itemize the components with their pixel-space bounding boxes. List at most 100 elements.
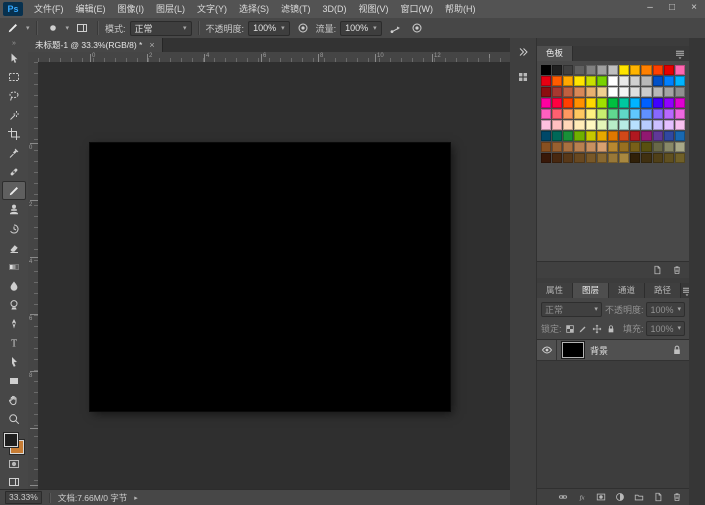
menu-edit[interactable]: 编辑(E)	[70, 1, 112, 18]
color-swatch[interactable]	[597, 109, 607, 119]
flow-dropdown[interactable]: 100% ▾	[340, 21, 382, 36]
eyedropper-tool[interactable]	[2, 143, 26, 162]
maximize-button[interactable]: □	[661, 0, 683, 18]
dodge-tool[interactable]	[2, 295, 26, 314]
color-swatch[interactable]	[675, 120, 685, 130]
color-swatch[interactable]	[630, 131, 640, 141]
brush-preset-picker[interactable]	[44, 20, 62, 36]
lock-all-button[interactable]	[605, 322, 616, 335]
color-swatch[interactable]	[630, 76, 640, 86]
clone-stamp-tool[interactable]	[2, 200, 26, 219]
color-swatch[interactable]	[586, 109, 596, 119]
status-menu-arrow[interactable]: ▸	[134, 494, 138, 502]
healing-brush-tool[interactable]	[2, 162, 26, 181]
color-swatch[interactable]	[641, 142, 651, 152]
size-pressure-button[interactable]	[408, 20, 426, 36]
color-swatch[interactable]	[664, 109, 674, 119]
color-swatch[interactable]	[619, 65, 629, 75]
color-swatch[interactable]	[552, 153, 562, 163]
color-swatch[interactable]	[641, 76, 651, 86]
color-swatch[interactable]	[574, 120, 584, 130]
color-swatch[interactable]	[586, 87, 596, 97]
color-swatch[interactable]	[552, 98, 562, 108]
color-swatch[interactable]	[608, 65, 618, 75]
color-swatch[interactable]	[641, 131, 651, 141]
color-swatch[interactable]	[541, 87, 551, 97]
color-swatch[interactable]	[653, 120, 663, 130]
color-swatch[interactable]	[608, 120, 618, 130]
color-swatch[interactable]	[541, 120, 551, 130]
color-swatch[interactable]	[574, 65, 584, 75]
color-swatch[interactable]	[597, 153, 607, 163]
color-swatch[interactable]	[541, 76, 551, 86]
tab-paths[interactable]: 路径	[645, 283, 681, 298]
color-swatch[interactable]	[608, 109, 618, 119]
color-swatch[interactable]	[541, 109, 551, 119]
color-swatch[interactable]	[664, 76, 674, 86]
color-swatch[interactable]	[630, 87, 640, 97]
color-swatch[interactable]	[664, 142, 674, 152]
delete-swatch-button[interactable]	[669, 264, 684, 277]
quick-mask-button[interactable]	[2, 456, 26, 472]
color-swatch[interactable]	[597, 65, 607, 75]
minimize-button[interactable]: –	[639, 0, 661, 18]
color-swatch[interactable]	[630, 65, 640, 75]
color-swatch[interactable]	[574, 87, 584, 97]
color-swatch[interactable]	[608, 142, 618, 152]
color-swatch[interactable]	[597, 87, 607, 97]
color-swatch[interactable]	[641, 153, 651, 163]
layer-style-button[interactable]: fx	[574, 491, 589, 504]
layer-thumbnail[interactable]	[562, 342, 584, 358]
color-swatch[interactable]	[664, 120, 674, 130]
color-swatch[interactable]	[563, 153, 573, 163]
color-swatch[interactable]	[664, 65, 674, 75]
pen-tool[interactable]	[2, 314, 26, 333]
menu-image[interactable]: 图像(I)	[112, 1, 151, 18]
color-swatch[interactable]	[664, 87, 674, 97]
tab-close-icon[interactable]: ×	[149, 41, 154, 50]
color-swatch[interactable]	[630, 109, 640, 119]
color-swatch[interactable]	[619, 120, 629, 130]
shape-tool[interactable]	[2, 371, 26, 390]
magic-wand-tool[interactable]	[2, 105, 26, 124]
tool-preset-button[interactable]	[4, 20, 22, 36]
color-swatch[interactable]	[563, 120, 573, 130]
color-swatch[interactable]	[653, 87, 663, 97]
opacity-pressure-button[interactable]	[294, 20, 312, 36]
color-swatch[interactable]	[574, 131, 584, 141]
color-swatch[interactable]	[675, 131, 685, 141]
menu-view[interactable]: 视图(V)	[353, 1, 395, 18]
color-swatch[interactable]	[630, 98, 640, 108]
add-mask-button[interactable]	[593, 491, 608, 504]
new-layer-button[interactable]	[650, 491, 665, 504]
color-swatch[interactable]	[630, 142, 640, 152]
color-swatch[interactable]	[586, 76, 596, 86]
color-swatch[interactable]	[574, 76, 584, 86]
fill-dropdown[interactable]: 100% ▾	[646, 321, 685, 336]
color-swatch[interactable]	[630, 120, 640, 130]
marquee-tool[interactable]	[2, 67, 26, 86]
color-swatch[interactable]	[664, 98, 674, 108]
color-swatch[interactable]	[664, 131, 674, 141]
color-swatch[interactable]	[586, 153, 596, 163]
color-swatch[interactable]	[608, 153, 618, 163]
menu-3d[interactable]: 3D(D)	[317, 1, 353, 18]
color-swatch[interactable]	[563, 131, 573, 141]
color-swatch[interactable]	[552, 131, 562, 141]
brush-picker-arrow[interactable]: ▾	[66, 25, 70, 32]
color-swatch[interactable]	[675, 65, 685, 75]
color-swatch[interactable]	[574, 142, 584, 152]
eraser-tool[interactable]	[2, 238, 26, 257]
color-swatch[interactable]	[541, 153, 551, 163]
collapsed-panel-button[interactable]	[514, 69, 532, 84]
color-swatch[interactable]	[630, 153, 640, 163]
color-swatch[interactable]	[541, 142, 551, 152]
screen-mode-button[interactable]	[2, 474, 26, 490]
menu-select[interactable]: 选择(S)	[233, 1, 275, 18]
color-swatch[interactable]	[664, 153, 674, 163]
delete-layer-button[interactable]	[669, 491, 684, 504]
color-swatch[interactable]	[675, 87, 685, 97]
color-swatch[interactable]	[675, 153, 685, 163]
lock-position-button[interactable]	[592, 322, 603, 335]
color-swatch[interactable]	[586, 65, 596, 75]
